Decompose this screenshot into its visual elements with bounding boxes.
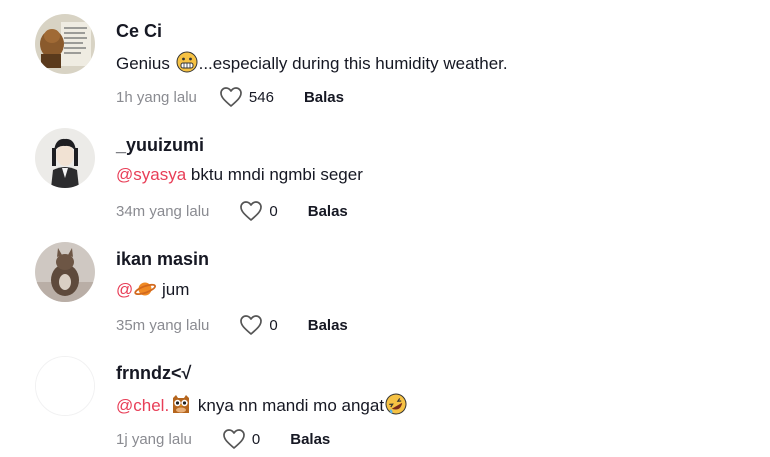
heart-icon [220, 87, 242, 107]
comment-item: ikan masin @ jum 35m yang lalu 0 Balas [0, 228, 770, 342]
like-button[interactable]: 0 [239, 200, 278, 222]
mention-link[interactable]: @syasya [116, 165, 186, 184]
like-button[interactable]: 0 [239, 314, 278, 336]
heart-icon [223, 429, 245, 449]
like-count: 0 [269, 202, 278, 220]
comment-meta: 34m yang lalu 0 Balas [116, 200, 348, 222]
like-count: 546 [248, 88, 274, 106]
comment-text: @syasya bktu mndi ngmbi seger [116, 165, 363, 185]
timestamp: 1j yang lalu [116, 430, 192, 448]
timestamp: 34m yang lalu [116, 202, 210, 220]
comment-meta: 1h yang lalu 546 Balas [116, 86, 344, 108]
reply-button[interactable]: Balas [304, 89, 344, 106]
like-count: 0 [251, 430, 261, 448]
reply-button[interactable]: Balas [308, 203, 348, 220]
reply-button[interactable]: Balas [308, 317, 348, 334]
grinning-face-emoji-icon [176, 51, 198, 78]
comment-item: Ce Ci Genius ...especially during this h… [0, 0, 770, 114]
comment-text: Genius ...especially during this humidit… [116, 51, 508, 78]
username[interactable]: _yuuizumi [116, 135, 204, 156]
comment-text: @ jum [116, 279, 189, 304]
avatar[interactable] [35, 356, 95, 416]
comment-text-start: Genius [116, 54, 170, 73]
avatar[interactable] [35, 14, 95, 74]
mention-link[interactable]: @chel. [116, 396, 169, 415]
rolling-laughing-emoji-icon [385, 393, 407, 420]
heart-icon [240, 201, 263, 221]
timestamp: 35m yang lalu [116, 316, 210, 334]
like-count: 0 [269, 316, 278, 334]
timestamp: 1h yang lalu [116, 88, 197, 106]
comment-text-end: ...especially during this humidity weath… [198, 54, 508, 73]
ringed-planet-emoji-icon [134, 279, 157, 304]
comment-meta: 35m yang lalu 0 Balas [116, 314, 348, 336]
reply-button[interactable]: Balas [290, 431, 330, 448]
owl-emoji-icon [170, 393, 192, 420]
comment-item: frnndz<√ @chel. knya nn mandi mo angat 1… [0, 342, 770, 456]
comment-item: _yuuizumi @syasya bktu mndi ngmbi seger … [0, 114, 770, 228]
avatar[interactable] [35, 128, 95, 188]
mention-link[interactable]: @ [116, 280, 133, 299]
avatar[interactable] [35, 242, 95, 302]
comment-text-end: bktu mndi ngmbi seger [186, 165, 363, 184]
username[interactable]: frnndz<√ [116, 363, 191, 384]
like-button[interactable]: 546 [219, 86, 274, 108]
username[interactable]: ikan masin [116, 249, 209, 270]
username[interactable]: Ce Ci [116, 21, 162, 42]
comment-text-end: knya nn mandi mo angat [193, 396, 385, 415]
comment-meta: 1j yang lalu 0 Balas [116, 428, 330, 450]
like-button[interactable]: 0 [222, 428, 260, 450]
comment-text-end: jum [157, 280, 190, 299]
comment-text: @chel. knya nn mandi mo angat [116, 393, 408, 420]
heart-icon [240, 315, 263, 335]
